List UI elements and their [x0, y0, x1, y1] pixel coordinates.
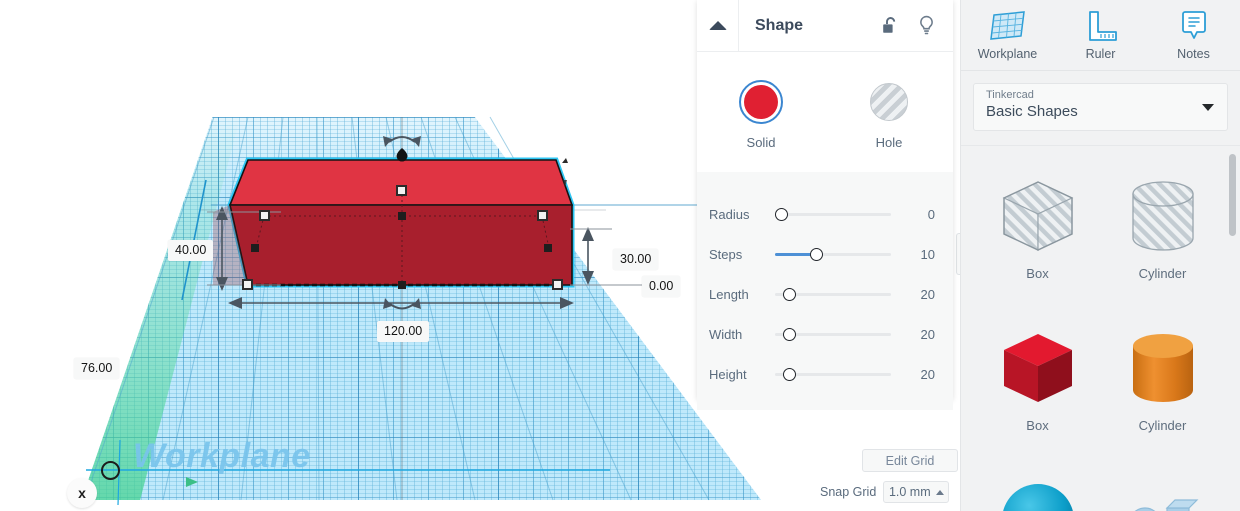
handle-edge-top-center[interactable]: [396, 185, 407, 196]
orange-cylinder-icon: [1132, 334, 1193, 402]
handle-side-right[interactable]: [544, 244, 552, 252]
handle-center[interactable]: [398, 212, 406, 220]
slider-length[interactable]: [775, 286, 903, 302]
tool-notes-label: Notes: [1177, 47, 1210, 61]
slider-row-radius: Radius 0: [697, 194, 953, 234]
slider-value-height: 20: [920, 366, 935, 382]
triangle-up-icon: [708, 21, 727, 30]
shape-panel-title: Shape: [755, 16, 804, 34]
tool-notes[interactable]: Notes: [1147, 0, 1240, 70]
tool-workplane-label: Workplane: [977, 47, 1038, 61]
shape-sliders: Radius 0 Steps 10 Length 20 Width 20 Hei…: [697, 172, 953, 410]
workplane-icon: [989, 11, 1025, 40]
handle-corner-top-left[interactable]: [259, 210, 270, 221]
shape-caption-hole-box: Box: [1026, 266, 1049, 281]
slider-steps[interactable]: [775, 246, 903, 262]
mode-solid-label: Solid: [746, 135, 776, 150]
shape-item-sphere[interactable]: [975, 460, 1100, 511]
dimension-z-offset-label[interactable]: 0.00: [642, 276, 681, 297]
lightbulb-icon[interactable]: [915, 14, 937, 38]
slider-row-length: Length 20: [697, 274, 953, 314]
hole-box-icon: [1002, 181, 1073, 251]
handle-corner-bottom-right[interactable]: [552, 279, 563, 290]
shape-library-grid[interactable]: Box Cylinder Box Cylinder: [961, 145, 1240, 511]
slider-width[interactable]: [775, 326, 903, 342]
slider-label-length: Length: [709, 286, 749, 302]
handle-side-left[interactable]: [251, 244, 259, 252]
mode-solid-option[interactable]: Solid: [697, 80, 825, 150]
dimension-length-label[interactable]: 120.00: [377, 321, 430, 342]
slider-label-steps: Steps: [709, 246, 743, 262]
shape-item-solid-cylinder[interactable]: Cylinder: [1100, 308, 1225, 460]
slider-row-height: Height 20: [697, 354, 953, 394]
right-sidebar: Workplane Ruler Notes Tinkercad Basic Sh…: [960, 0, 1240, 511]
shape-item-hole-box[interactable]: Box: [975, 156, 1100, 308]
ruler-icon: [1088, 11, 1117, 41]
slider-label-height: Height: [709, 366, 747, 382]
slider-value-width: 20: [920, 326, 935, 342]
blue-sphere-icon: [1002, 484, 1073, 511]
x-axis-chip: x: [67, 478, 97, 508]
snap-grid-select[interactable]: 1.0 mm: [883, 481, 950, 503]
solid-hole-selector: Solid Hole: [697, 52, 953, 172]
shape-properties-panel: Shape Solid Hole Radius 0 Steps 10 Lengt…: [697, 0, 953, 410]
edit-grid-button[interactable]: Edit Grid: [862, 449, 958, 472]
snap-grid-value: 1.0 mm: [888, 485, 931, 499]
caret-down-icon: [1202, 104, 1214, 111]
handle-edge-bottom-center[interactable]: [398, 281, 406, 289]
notes-icon: [1181, 11, 1206, 39]
caret-up-icon: [935, 489, 944, 495]
slider-row-width: Width 20: [697, 314, 953, 354]
workplane-surface[interactable]: [81, 117, 762, 500]
dimension-height-label[interactable]: 30.00: [613, 249, 659, 270]
hole-swatch-icon: [867, 80, 911, 124]
solid-swatch-icon: [739, 80, 783, 124]
tool-workplane[interactable]: Workplane: [961, 0, 1054, 70]
handle-corner-bottom-left[interactable]: [242, 279, 253, 290]
slider-value-radius: 0: [927, 206, 935, 222]
red-box-icon: [1003, 334, 1072, 402]
shape-panel-header-icons: [879, 14, 953, 38]
slider-value-length: 20: [920, 286, 935, 302]
slider-row-steps: Steps 10: [697, 234, 953, 274]
dimension-y-offset-label[interactable]: 76.00: [74, 358, 120, 379]
tool-ruler-label: Ruler: [1085, 47, 1116, 61]
shape-panel-collapse-button[interactable]: [697, 0, 739, 51]
shape-item-solid-box[interactable]: Box: [975, 308, 1100, 460]
light-blue-shapes-icon: [1134, 499, 1198, 511]
slider-label-width: Width: [709, 326, 743, 342]
snap-grid-row: Snap Grid 1.0 mm: [820, 481, 950, 503]
mode-hole-label: Hole: [875, 135, 903, 150]
shape-caption-solid-box: Box: [1026, 418, 1049, 433]
tool-ruler[interactable]: Ruler: [1054, 0, 1147, 70]
unlocked-padlock-icon[interactable]: [879, 14, 901, 38]
slider-radius[interactable]: [775, 206, 903, 222]
shape-item-hole-cylinder[interactable]: Cylinder: [1100, 156, 1225, 308]
tinkercad-editor: Workplane x 40.00 120.00 30.00 0.00 76.0…: [0, 0, 1240, 511]
shape-item-misc[interactable]: [1100, 460, 1225, 511]
slider-value-steps: 10: [920, 246, 935, 262]
shape-caption-solid-cylinder: Cylinder: [1138, 418, 1187, 433]
shape-library-scrollbar[interactable]: [1229, 154, 1236, 236]
shape-library-kicker: Tinkercad: [986, 89, 1034, 101]
shape-library-value: Basic Shapes: [986, 103, 1078, 120]
handle-corner-top-right[interactable]: [537, 210, 548, 221]
slider-height[interactable]: [775, 366, 903, 382]
origin-marker: [101, 461, 120, 480]
shape-library-select[interactable]: Tinkercad Basic Shapes: [973, 83, 1228, 131]
hole-cylinder-icon: [1131, 181, 1194, 251]
dimension-width-label[interactable]: 40.00: [168, 240, 214, 261]
sidebar-tool-row: Workplane Ruler Notes: [961, 0, 1240, 71]
snap-grid-label: Snap Grid: [820, 485, 877, 499]
shape-panel-header: Shape: [697, 0, 953, 52]
slider-label-radius: Radius: [709, 206, 750, 222]
shape-caption-hole-cylinder: Cylinder: [1138, 266, 1187, 281]
mode-hole-option[interactable]: Hole: [825, 80, 953, 150]
